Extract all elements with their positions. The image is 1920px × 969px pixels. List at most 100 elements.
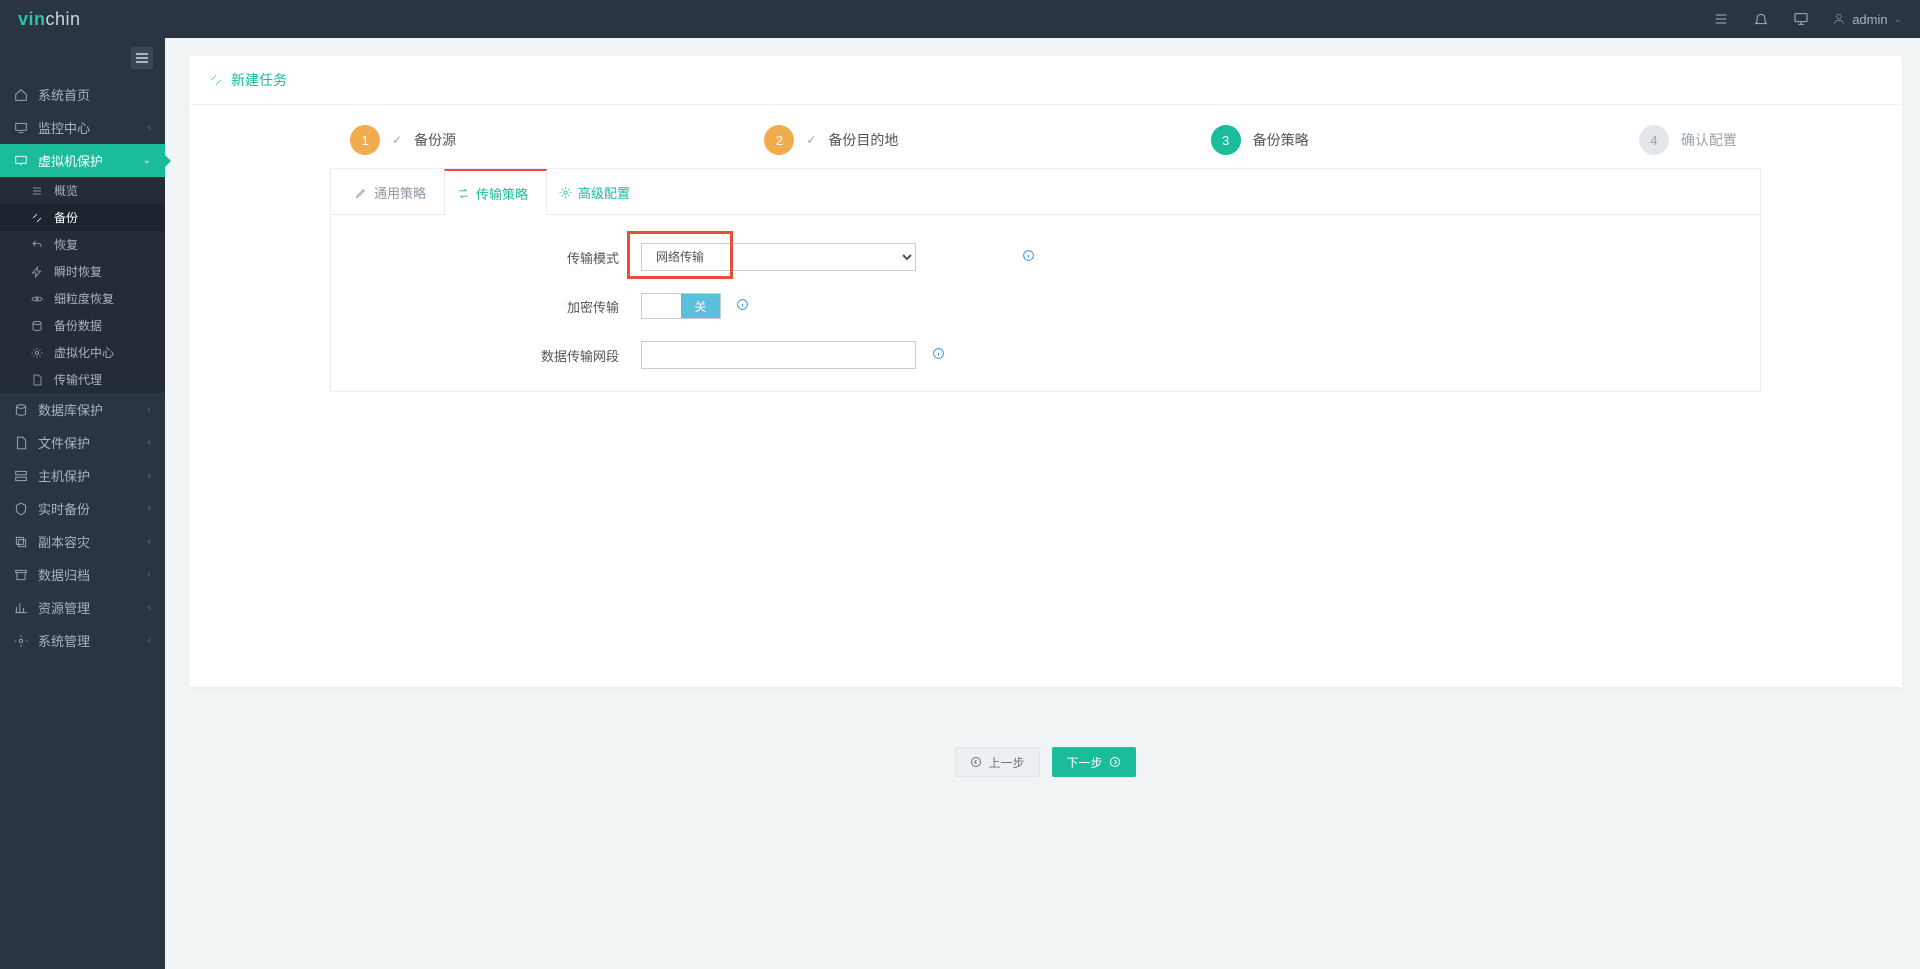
gear-icon: [30, 346, 44, 360]
sidebar-item-realtime[interactable]: 实时备份‹: [0, 492, 165, 525]
grid-icon: [30, 184, 44, 198]
sidebar-sub-virt[interactable]: 虚拟化中心: [0, 339, 165, 366]
pencil-icon: [355, 186, 368, 199]
switch-encrypt[interactable]: 关: [641, 293, 721, 319]
sidebar-item-system[interactable]: 系统管理‹: [0, 624, 165, 657]
brand-part-b: chin: [46, 9, 81, 29]
wizard-stepper: 1 ✓ 备份源 2 ✓ 备份目的地 3 备份策略 4: [189, 105, 1902, 167]
bell-icon[interactable]: [1752, 10, 1770, 28]
copy-icon: [14, 535, 28, 549]
gear2-icon: [559, 186, 572, 199]
hamburger-icon: [136, 57, 148, 59]
panel-new-task: 新建任务 1 ✓ 备份源 2 ✓ 备份目的地 3: [189, 56, 1902, 687]
sidebar-item-monitor[interactable]: 监控中心‹: [0, 111, 165, 144]
arrow-right-icon: [1109, 756, 1121, 768]
bolt-icon: [30, 265, 44, 279]
tab-transfer[interactable]: 传输策略: [444, 169, 547, 215]
main: 新建任务 1 ✓ 备份源 2 ✓ 备份目的地 3: [165, 38, 1920, 969]
chevron-down-icon: ⌄: [1894, 14, 1902, 25]
share-arrow-icon: [209, 73, 223, 87]
display-icon: [14, 154, 28, 168]
chevron-left-icon: ‹: [148, 437, 151, 448]
db-icon: [30, 319, 44, 333]
info-encrypt[interactable]: [736, 298, 766, 314]
policy-tabs: 通用策略 传输策略 高级配置: [331, 169, 1760, 215]
switch-off: 关: [681, 294, 720, 318]
shield-icon: [14, 502, 28, 516]
row-transfer-mode: 传输模式 网络传输: [331, 243, 1431, 271]
database-icon: [14, 403, 28, 417]
list-icon[interactable]: [1712, 10, 1730, 28]
swap-icon: [457, 187, 470, 200]
step-destination[interactable]: 2 ✓ 备份目的地: [617, 125, 1045, 155]
home-icon: [14, 88, 28, 102]
sidebar-sub-backup[interactable]: 备份: [0, 204, 165, 231]
step-source[interactable]: 1 ✓ 备份源: [189, 125, 617, 155]
sidebar-sub-agent[interactable]: 传输代理: [0, 366, 165, 393]
user-name: admin: [1852, 12, 1887, 27]
chevron-left-icon: ‹: [148, 503, 151, 514]
chevron-left-icon: ‹: [148, 404, 151, 415]
brand-logo: vinchin: [18, 9, 81, 30]
topbar-right: admin ⌄: [1712, 10, 1902, 28]
info-segment[interactable]: [932, 347, 962, 363]
step-confirm[interactable]: 4 确认配置: [1474, 125, 1902, 155]
monitor2-icon: [14, 121, 28, 135]
chart-icon: [14, 601, 28, 615]
sidebar-item-db[interactable]: 数据库保护‹: [0, 393, 165, 426]
doc-icon: [14, 436, 28, 450]
info-transfer-mode[interactable]: [1022, 249, 1052, 265]
chevron-down-icon: ⌄: [143, 155, 151, 166]
sidebar-item-archive[interactable]: 数据归档‹: [0, 558, 165, 591]
transfer-policy-form: 传输模式 网络传输 加密传输: [331, 243, 1431, 369]
label-encrypt: 加密传输: [331, 297, 641, 316]
share-icon: [30, 211, 44, 225]
user-menu[interactable]: admin ⌄: [1832, 12, 1902, 27]
sidebar-submenu-vm: 概览 备份 恢复 瞬时恢复 细粒度恢复 备份数据 虚拟化中心 传输代理: [0, 177, 165, 393]
next-button[interactable]: 下一步: [1052, 747, 1136, 777]
sidebar-item-home[interactable]: 系统首页: [0, 78, 165, 111]
sidebar-item-file[interactable]: 文件保护‹: [0, 426, 165, 459]
chevron-left-icon: ‹: [148, 635, 151, 646]
panel-header: 新建任务: [189, 56, 1902, 105]
topbar: vinchin admin ⌄: [0, 0, 1920, 38]
monitor-icon[interactable]: [1792, 10, 1810, 28]
label-transfer-mode: 传输模式: [331, 248, 641, 267]
atom-icon: [30, 292, 44, 306]
row-encrypt: 加密传输 关: [331, 293, 1431, 319]
input-segment[interactable]: [641, 341, 916, 369]
tab-advanced[interactable]: 高级配置: [547, 169, 648, 214]
step-policy[interactable]: 3 备份策略: [1046, 125, 1474, 155]
reply-icon: [30, 238, 44, 252]
tab-general[interactable]: 通用策略: [343, 169, 444, 214]
sidebar: 系统首页 监控中心‹ 虚拟机保护⌄ 概览 备份 恢复 瞬时恢复 细粒度恢复 备份…: [0, 38, 165, 969]
check-icon: ✓: [806, 133, 816, 147]
sidebar-item-resource[interactable]: 资源管理‹: [0, 591, 165, 624]
arrow-left-icon: [970, 756, 982, 768]
sidebar-sub-granular[interactable]: 细粒度恢复: [0, 285, 165, 312]
select-transfer-mode[interactable]: 网络传输: [641, 243, 916, 271]
file-icon: [30, 373, 44, 387]
archive-icon: [14, 568, 28, 582]
sidebar-item-copy[interactable]: 副本容灾‹: [0, 525, 165, 558]
row-segment: 数据传输网段: [331, 341, 1431, 369]
sidebar-sub-restore[interactable]: 恢复: [0, 231, 165, 258]
sidebar-sub-data[interactable]: 备份数据: [0, 312, 165, 339]
sidebar-item-host[interactable]: 主机保护‹: [0, 459, 165, 492]
chevron-left-icon: ‹: [148, 602, 151, 613]
prev-button[interactable]: 上一步: [955, 747, 1039, 777]
wizard-footer: 上一步 下一步: [189, 687, 1902, 793]
cog-icon: [14, 634, 28, 648]
sidebar-sub-overview[interactable]: 概览: [0, 177, 165, 204]
switch-blank: [642, 294, 681, 318]
sidebar-toggle[interactable]: [131, 47, 153, 69]
sidebar-sub-instant[interactable]: 瞬时恢复: [0, 258, 165, 285]
chevron-left-icon: ‹: [148, 536, 151, 547]
server-icon: [14, 469, 28, 483]
brand-part-a: vin: [18, 9, 46, 29]
chevron-left-icon: ‹: [148, 569, 151, 580]
check-icon: ✓: [392, 133, 402, 147]
chevron-left-icon: ‹: [148, 122, 151, 133]
sidebar-item-vm[interactable]: 虚拟机保护⌄: [0, 144, 165, 177]
label-segment: 数据传输网段: [331, 346, 641, 365]
